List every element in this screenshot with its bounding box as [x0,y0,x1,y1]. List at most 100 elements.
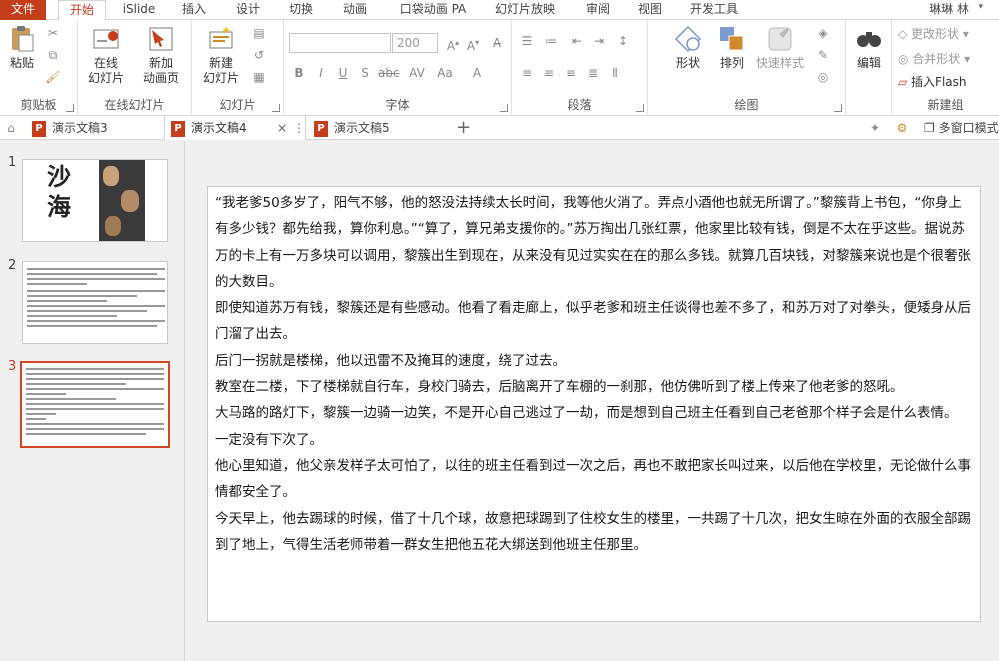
change-shape-button[interactable]: ◇ 更改形状 ▾ [898,25,969,43]
decrease-indent-icon[interactable]: ⇤ [568,32,586,50]
reset-icon[interactable]: ↺ [250,46,268,64]
bold-icon[interactable]: B [290,64,308,82]
doc-tab-3[interactable]: P 演示文稿5 [308,116,444,140]
tab-transitions[interactable]: 切换 [281,0,321,20]
merge-shape-label: 合并形状 [912,52,961,66]
quick-style-button[interactable]: 快速样式 [752,24,808,71]
group-label-font: 字体 [385,98,410,112]
chevron-down-icon[interactable]: ▾ [978,2,983,12]
slide-paragraph: 他心里知道，他父亲发样子太可怕了，以往的班主任看到过一次之后，再也不敢把家长叫过… [215,457,971,501]
multi-window-label: 多窗口模式 [938,121,999,135]
multi-window-button[interactable]: ❐ 多窗口模式 [920,116,999,140]
format-painter-icon[interactable]: 🖌 [44,68,62,86]
shape-button[interactable]: 形状 [668,24,708,71]
user-name[interactable]: 琳琳 林 [929,0,969,20]
insert-flash-label: 插入Flash [911,75,967,89]
tab-home[interactable]: 开始 [58,0,106,21]
arrange-button[interactable]: 排列 [712,24,752,71]
font-size-field[interactable]: 200 [392,33,438,53]
home-icon[interactable]: ⌂ [2,119,20,137]
gear-icon[interactable]: ⚙ [893,119,911,137]
edit-button[interactable]: 编辑 [850,24,888,71]
new-slide-label: 新建 幻灯片 [202,56,239,85]
slide-text-box[interactable]: “我老爹50多岁了，阳气不够，他的怒没法持续太长时间，我等他火消了。弄点小酒他也… [215,190,975,558]
copy-icon[interactable]: ⧉ [44,46,62,64]
group-clipboard: 粘贴 ✂ ⧉ 🖌 剪贴板 [0,20,78,116]
change-shape-label: 更改形状 [911,27,960,41]
online-slide-button[interactable]: 在线 幻灯片 [82,24,130,86]
dialog-launcher-icon[interactable] [272,104,280,112]
pin-icon[interactable]: ✦ [866,119,884,137]
tab-file[interactable]: 文件 [0,0,46,20]
columns-icon[interactable]: ⫴ [606,64,624,82]
font-name-field[interactable] [289,33,391,53]
justify-icon[interactable]: ≣ [584,64,602,82]
close-icon[interactable]: × [277,116,287,140]
powerpoint-icon: P [314,120,328,137]
slide-paragraph: 教室在二楼，下了楼梯就自行车，身校门骑去，后脑离开了车棚的一刹那，他仿佛听到了楼… [215,379,904,396]
new-slide-button[interactable]: 新建 幻灯片 [196,24,246,86]
tab-islide[interactable]: iSlide [112,0,166,20]
dialog-launcher-icon[interactable] [500,104,508,112]
arrange-label: 排列 [719,56,744,70]
slide-paragraph: 大马路的路灯下，黎簇一边骑一边笑，不是开心自己逃过了一劫，而是想到自己班主任看到… [215,405,958,422]
dialog-launcher-icon[interactable] [636,104,644,112]
strikethrough-icon[interactable]: abc [378,64,400,82]
section-icon[interactable]: ▦ [250,68,268,86]
slide3-text-preview [26,368,164,435]
tab-animations[interactable]: 动画 [335,0,375,20]
bullets-icon[interactable]: ☰ [518,32,536,50]
tab-design[interactable]: 设计 [228,0,268,20]
shape-fill-icon[interactable]: ◈ [814,24,832,42]
numbering-icon[interactable]: ≔ [542,32,560,50]
align-center-icon[interactable]: ≡ [540,64,558,82]
shape-effect-icon[interactable]: ◎ [814,68,832,86]
merge-shape-button[interactable]: ◎ 合并形状 ▾ [898,50,970,68]
shape-label: 形状 [675,56,700,70]
increase-indent-icon[interactable]: ⇥ [590,32,608,50]
slide[interactable]: “我老爹50多岁了，阳气不够，他的怒没法持续太长时间，我等他火消了。弄点小酒他也… [207,186,981,622]
tab-view[interactable]: 视图 [630,0,670,20]
font-color-icon[interactable]: A [468,64,486,82]
quick-style-label: 快速样式 [755,56,804,70]
shadow-icon[interactable]: S [356,64,374,82]
add-tab-button[interactable]: + [456,116,476,140]
tab-developer[interactable]: 开发工具 [683,0,745,20]
slide-thumbnail-1[interactable]: 沙海 [22,159,168,242]
tab-review[interactable]: 审阅 [578,0,618,20]
group-new: ◇ 更改形状 ▾ ◎ 合并形状 ▾ ▱ 插入Flash 新建组 [892,20,999,116]
shape-outline-icon[interactable]: ✎ [814,46,832,64]
align-left-icon[interactable]: ≡ [518,64,536,82]
slide-paragraph: 后门一拐就是楼梯，他以迅雷不及掩耳的速度，绕了过去。 [215,352,566,369]
italic-icon[interactable]: I [312,64,330,82]
align-right-icon[interactable]: ≡ [562,64,580,82]
dialog-launcher-icon[interactable] [834,104,842,112]
doc-tab-label: 演示文稿5 [334,121,390,135]
layout-icon[interactable]: ▤ [250,24,268,42]
cut-icon[interactable]: ✂ [44,24,62,42]
dialog-launcher-icon[interactable] [66,104,74,112]
more-icon[interactable]: ⋮ [293,116,305,140]
insert-flash-button[interactable]: ▱ 插入Flash [898,73,967,91]
new-animation-page-button[interactable]: 新加 动画页 [136,24,186,86]
edit-label: 编辑 [856,56,881,70]
underline-icon[interactable]: U [334,64,352,82]
char-spacing-icon[interactable]: AV [408,64,426,82]
change-case-icon[interactable]: Aa [436,64,454,82]
slide-thumbnail-2[interactable] [22,261,168,344]
doc-tab-1[interactable]: P 演示文稿3 [26,116,162,140]
grow-font-icon[interactable]: A▴ [444,34,462,53]
slide-thumbnail-3[interactable] [20,361,170,448]
line-spacing-icon[interactable]: ↕ [614,32,632,50]
tab-insert[interactable]: 插入 [174,0,214,20]
tab-slideshow[interactable]: 幻灯片放映 [490,0,560,20]
group-label-online-slides: 在线幻灯片 [104,98,165,112]
paste-button[interactable]: 粘贴 [4,24,40,71]
doc-tab-label: 演示文稿3 [52,121,108,135]
doc-tab-2[interactable]: P 演示文稿4 × ⋮ [164,116,306,140]
tab-pocket-animation[interactable]: 口袋动画 PA [390,0,476,20]
shrink-font-icon[interactable]: A▾ [464,34,482,53]
clear-format-icon[interactable]: A̶ [488,34,506,52]
group-slides: 新建 幻灯片 ▤ ↺ ▦ 幻灯片 [192,20,284,116]
slide-number: 3 [8,359,17,374]
